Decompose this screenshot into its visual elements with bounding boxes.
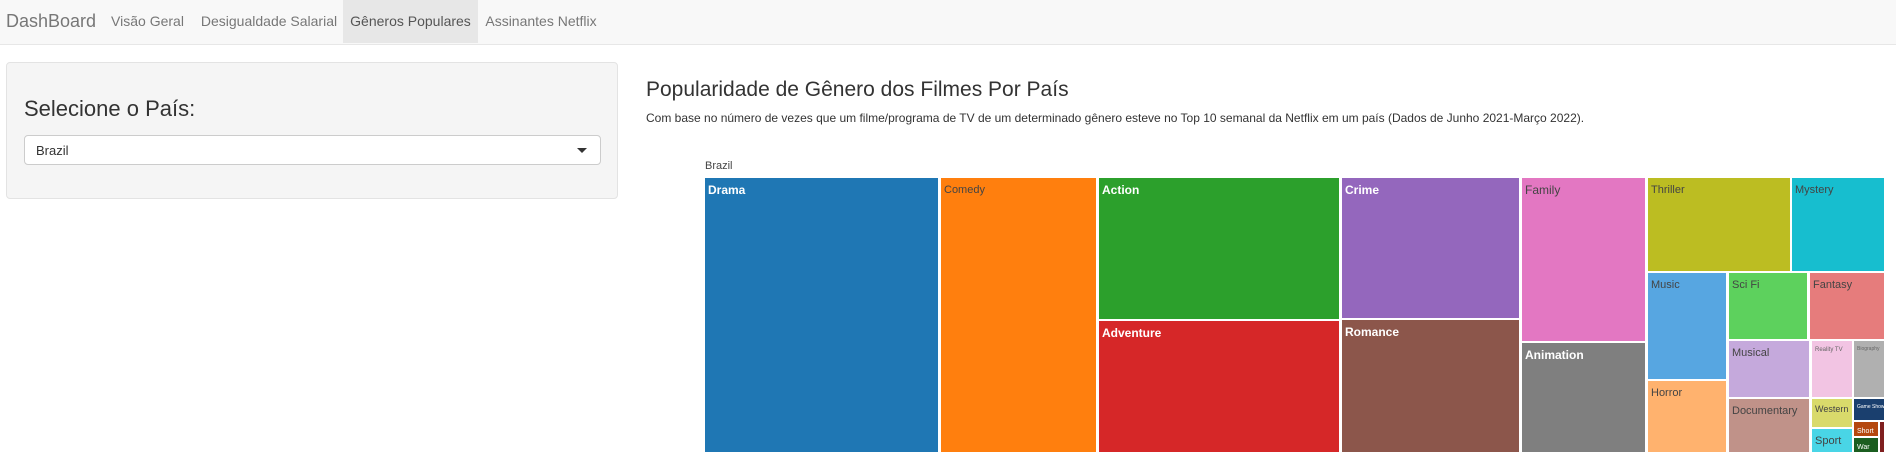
treemap-label-war: War — [1857, 444, 1870, 451]
treemap-tile-unlabeled[interactable] — [1880, 422, 1884, 452]
treemap-label-family: Family — [1525, 183, 1560, 197]
treemap-label-drama: Drama — [708, 183, 746, 197]
treemap-tile-drama[interactable] — [705, 178, 938, 452]
treemap-label-horror: Horror — [1651, 387, 1683, 399]
treemap-root-label[interactable]: Brazil — [705, 160, 733, 172]
treemap-label-fantasy: Fantasy — [1813, 279, 1853, 291]
treemap-tiles: Drama Comedy Action Adventure Crime Romance Fa… — [705, 178, 1885, 452]
treemap-label-musical: Musical — [1732, 347, 1769, 359]
treemap-tile-comedy[interactable] — [941, 178, 1096, 452]
treemap-tile-family[interactable] — [1522, 178, 1645, 341]
treemap-label-adventure: Adventure — [1102, 326, 1162, 340]
treemap-label-comedy: Comedy — [944, 184, 985, 196]
treemap-label-game-show: Game Show — [1857, 404, 1885, 410]
treemap-tile-crime[interactable] — [1342, 178, 1519, 318]
treemap-label-sport: Sport — [1815, 435, 1841, 447]
treemap-label-crime: Crime — [1345, 183, 1379, 197]
treemap-label-sci-fi: Sci Fi — [1732, 279, 1760, 291]
treemap-label-western: Western — [1815, 404, 1848, 414]
treemap-tile-romance[interactable] — [1342, 320, 1519, 452]
treemap-label-mystery: Mystery — [1795, 184, 1834, 196]
treemap-label-short: Short — [1857, 428, 1874, 435]
treemap-label-music: Music — [1651, 279, 1680, 291]
treemap-label-documentary: Documentary — [1732, 405, 1798, 417]
treemap-tile-action[interactable] — [1099, 178, 1339, 319]
treemap-label-thriller: Thriller — [1651, 184, 1685, 196]
treemap-label-animation: Animation — [1525, 348, 1584, 362]
treemap-tile-adventure[interactable] — [1099, 321, 1339, 452]
treemap-label-reality-tv: Reality TV — [1815, 347, 1843, 353]
treemap-label-biography: Biography — [1857, 346, 1880, 352]
treemap-label-action: Action — [1102, 183, 1139, 197]
treemap-label-romance: Romance — [1345, 325, 1399, 339]
treemap-chart: Brazil Drama Comedy Action Adventure Crime Ro… — [705, 160, 1885, 452]
